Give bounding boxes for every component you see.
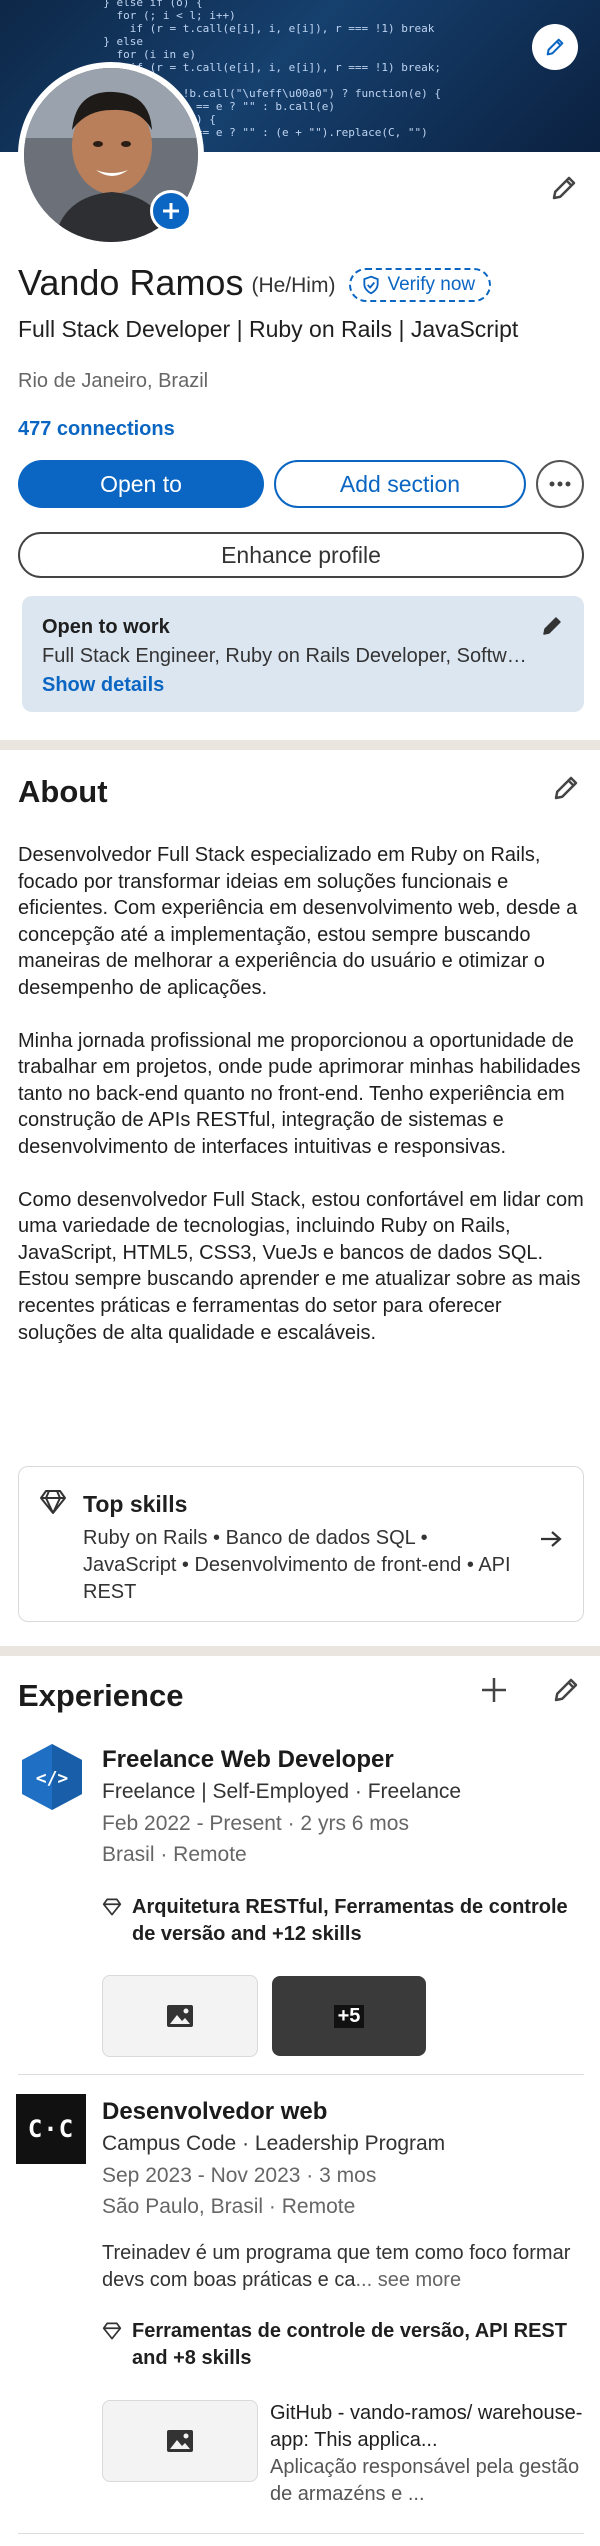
profile-headline: Full Stack Developer | Ruby on Rails | J…: [18, 316, 519, 342]
diamond-icon: [102, 2322, 122, 2340]
job-skills[interactable]: Ferramentas de controle de versão, API R…: [102, 2318, 572, 2372]
code-hexagon-icon: </>: [22, 1744, 82, 1810]
arrow-right-icon: [541, 1531, 562, 1547]
job-skills-text: Ferramentas de controle de versão, API R…: [132, 2320, 567, 2369]
top-skills-card[interactable]: Top skills Ruby on Rails • Banco de dado…: [18, 1466, 584, 1622]
experience-divider: [18, 2533, 584, 2534]
add-photo-button[interactable]: [150, 190, 192, 232]
company-logo-freelance[interactable]: </>: [20, 1742, 84, 1812]
about-title: About: [18, 774, 108, 809]
pencil-icon: [552, 176, 576, 200]
enhance-profile-button[interactable]: Enhance profile: [18, 532, 584, 578]
add-experience-button[interactable]: [476, 1672, 512, 1708]
banner-code-line: for (; i < l; i++): [90, 9, 236, 22]
media-thumbnail[interactable]: [102, 2400, 258, 2482]
job-location: Brasil · Remote: [102, 1843, 247, 1866]
open-to-button[interactable]: Open to: [18, 460, 264, 508]
pencil-icon: [554, 1678, 578, 1702]
more-actions-button[interactable]: [536, 460, 584, 508]
profile-pronouns: (He/Him): [251, 274, 336, 297]
banner-code-line: for (i in e): [90, 48, 196, 61]
job-company: Campus Code · Leadership Program: [102, 2132, 446, 2155]
about-paragraph: Como desenvolvedor Full Stack, estou con…: [18, 1188, 584, 1344]
diamond-icon: [102, 1898, 122, 1916]
plus-icon: [482, 1678, 506, 1702]
image-icon: [167, 2005, 193, 2027]
see-more-link[interactable]: ... see more: [355, 2269, 461, 2291]
top-skills-list: Ruby on Rails • Banco de dados SQL • Jav…: [83, 1527, 511, 1603]
more-dots-icon: [549, 481, 571, 487]
edit-open-to-work-button[interactable]: [540, 614, 564, 643]
about-paragraph: Minha jornada profissional me proporcion…: [18, 1029, 581, 1158]
name-row: Vando Ramos (He/Him) Verify now: [18, 262, 492, 304]
open-to-work-description: Full Stack Engineer, Ruby on Rails Devel…: [42, 645, 532, 667]
about-text: Desenvolvedor Full Stack especializado e…: [18, 842, 586, 1372]
media-title[interactable]: GitHub - vando-ramos/ warehouse-app: Thi…: [270, 2400, 586, 2454]
job-description[interactable]: Treinadev é um programa que tem como foc…: [102, 2240, 582, 2294]
experience-divider: [18, 2074, 584, 2075]
pencil-icon: [554, 776, 578, 800]
banner-code-line: if (r = t.call(e[i], i, e[i]), r === !1)…: [90, 22, 435, 35]
plus-icon: [163, 203, 179, 219]
job-dates: Sep 2023 - Nov 2023 · 3 mos: [102, 2164, 377, 2187]
edit-experience-button[interactable]: [548, 1672, 584, 1708]
job-skills-text: Arquitetura RESTful, Ferramentas de cont…: [132, 1896, 568, 1945]
connections-link[interactable]: 477 connections: [18, 418, 175, 441]
experience-title: Experience: [18, 1678, 184, 1713]
job-location: São Paulo, Brasil · Remote: [102, 2195, 356, 2218]
top-skills-title: Top skills: [83, 1491, 188, 1517]
section-divider: [0, 1646, 600, 1656]
profile-name: Vando Ramos: [18, 262, 244, 303]
job-description-text: Treinadev é um programa que tem como foc…: [102, 2242, 571, 2291]
pencil-icon: [543, 617, 561, 635]
verify-now-button[interactable]: Verify now: [349, 268, 492, 302]
company-logo-campus-code[interactable]: C·C: [16, 2094, 86, 2164]
logo-text: C·C: [27, 2115, 75, 2143]
banner-code-line: } else if (o) {: [90, 0, 203, 9]
show-details-link[interactable]: Show details: [42, 674, 564, 697]
shield-check-icon: [363, 275, 380, 295]
more-media-button[interactable]: +5: [272, 1976, 426, 2056]
section-divider: [0, 740, 600, 750]
more-media-count: +5: [333, 2004, 365, 2028]
verify-label: Verify now: [387, 274, 476, 295]
media-description: Aplicação responsável pela gestão de arm…: [270, 2456, 580, 2505]
logo-text: </>: [36, 1768, 69, 1789]
pencil-icon: [546, 38, 564, 56]
job-company: Freelance | Self-Employed · Freelance: [102, 1780, 462, 1803]
banner-code-line: } else: [90, 35, 143, 48]
job-skills[interactable]: Arquitetura RESTful, Ferramentas de cont…: [102, 1894, 572, 1948]
open-to-work-card[interactable]: Open to work Full Stack Engineer, Ruby o…: [22, 596, 584, 712]
edit-banner-button[interactable]: [532, 24, 578, 70]
job-dates: Feb 2022 - Present · 2 yrs 6 mos: [102, 1812, 409, 1835]
media-thumbnail[interactable]: [102, 1975, 258, 2057]
profile-location: Rio de Janeiro, Brazil: [18, 370, 209, 392]
image-icon: [167, 2430, 193, 2452]
edit-about-button[interactable]: [548, 770, 584, 806]
add-section-button[interactable]: Add section: [274, 460, 526, 508]
about-paragraph: Desenvolvedor Full Stack especializado e…: [18, 844, 578, 999]
edit-intro-button[interactable]: [546, 170, 582, 206]
job-title[interactable]: Desenvolvedor web: [102, 2098, 327, 2126]
job-title[interactable]: Freelance Web Developer: [102, 1746, 394, 1774]
diamond-icon: [40, 1490, 66, 1514]
open-to-work-title: Open to work: [42, 616, 170, 638]
